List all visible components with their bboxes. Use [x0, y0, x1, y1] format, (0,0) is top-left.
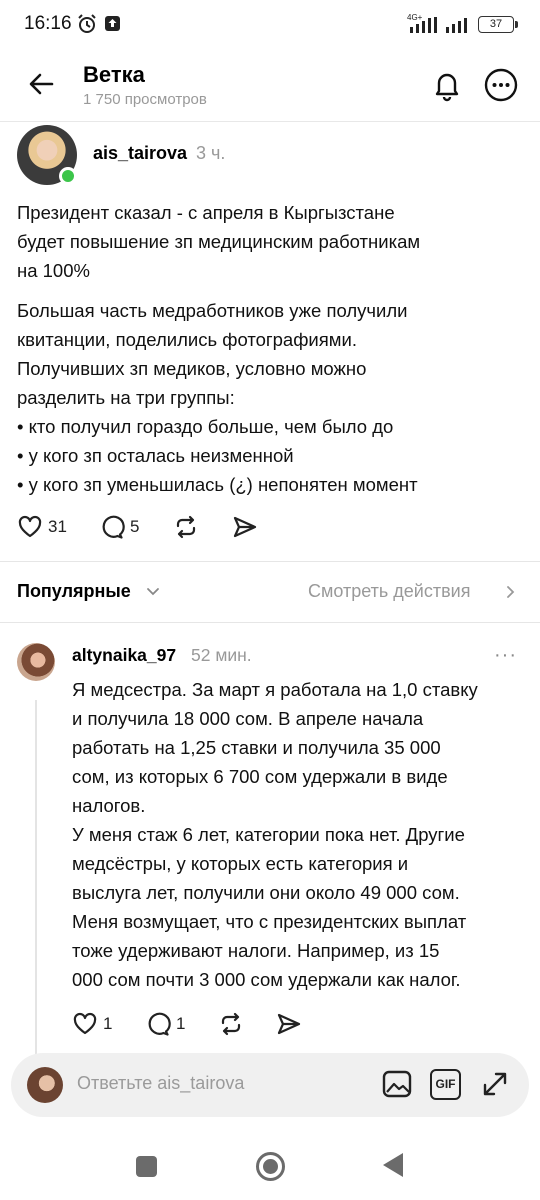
divider [0, 622, 540, 623]
reply-comment-button[interactable]: 1 [145, 1011, 185, 1037]
text-line: разделить на три группы: [17, 387, 235, 408]
repost-icon [176, 515, 196, 539]
home-button[interactable] [256, 1152, 285, 1181]
image-icon[interactable] [381, 1068, 413, 1100]
like-count: 31 [48, 517, 67, 536]
reply-author-avatar[interactable] [17, 643, 55, 681]
post-paragraph-1: Президент сказал - с апреля в Кыргызстан… [17, 198, 517, 285]
text-line: выслуга лет, получили они около 49 000 с… [72, 882, 460, 903]
share-button[interactable] [232, 514, 258, 540]
text-line: медсёстры, у которых есть категория и [72, 853, 409, 874]
comment-count: 5 [130, 517, 140, 536]
signal-icon [410, 17, 437, 33]
thread-line [35, 700, 37, 1055]
reply-like-button[interactable]: 1 [72, 1011, 112, 1037]
thread-header: Ветка 1 750 просмотров [0, 52, 540, 122]
text-line: Я медсестра. За март я работала на 1,0 с… [72, 679, 478, 700]
text-line: Большая часть медработников уже получили [17, 300, 408, 321]
online-status-dot [59, 167, 77, 185]
text-line: на 100% [17, 260, 90, 281]
battery-indicator: 37 [478, 16, 518, 33]
view-count: 1 750 просмотров [83, 91, 207, 108]
like-button[interactable]: 31 [17, 514, 67, 540]
comment-button[interactable]: 5 [99, 514, 139, 540]
reply-share-button[interactable] [276, 1011, 302, 1037]
reply-input[interactable]: Ответьте ais_tairova [77, 1073, 244, 1094]
comment-bubble-icon [148, 1012, 171, 1036]
recent-apps-button[interactable] [136, 1156, 157, 1177]
sort-dropdown[interactable]: Популярные [17, 581, 131, 602]
text-line: Получивших зп медиков, условно можно [17, 358, 367, 379]
post-paragraph-2: Большая часть медработников уже получили… [17, 296, 517, 499]
send-icon [233, 516, 257, 538]
reply-text: Я медсестра. За март я работала на 1,0 с… [72, 675, 524, 994]
signal-icon-2 [446, 18, 467, 33]
view-activity-link[interactable]: Смотреть действия [308, 581, 470, 602]
text-line: 000 сом почти 3 000 сом удержали как нал… [72, 969, 461, 990]
alarm-icon [78, 14, 96, 33]
expand-icon[interactable] [479, 1068, 511, 1100]
more-circle-icon[interactable] [484, 68, 518, 102]
status-bar: 16:16 4G+ 37 [0, 0, 540, 50]
text-line: • кто получил гораздо больше, чем было д… [17, 416, 394, 437]
reply-composer: Ответьте ais_tairova GIF [11, 1053, 529, 1117]
text-line: будет повышение зп медицинским работника… [17, 231, 421, 252]
status-time: 16:16 [24, 13, 72, 34]
post-timestamp: 3 ч. [196, 143, 226, 163]
text-line: Меня возмущает, что с президентских выпл… [72, 911, 467, 932]
system-nav-bar [0, 1133, 540, 1200]
heart-icon [73, 1012, 97, 1035]
reply-timestamp: 52 мин. [191, 645, 252, 665]
text-line: квитанции, поделились фотографиями. [17, 329, 357, 350]
page-title: Ветка [83, 62, 145, 87]
send-icon [277, 1013, 301, 1035]
text-line: налогов. [72, 795, 146, 816]
post-author-username[interactable]: ais_tairova [93, 143, 187, 164]
upload-notification-icon [105, 16, 120, 31]
text-line: сом, из которых 6 700 сом удержали в вид… [72, 766, 448, 787]
text-line: тоже удерживают налоги. Например, из 15 [72, 940, 440, 961]
reply-author-username[interactable]: altynaika_97 [72, 645, 176, 666]
comment-bubble-icon [102, 515, 125, 539]
reply-comment-count: 1 [176, 1014, 186, 1033]
text-line: • у кого зп осталась неизменной [17, 445, 294, 466]
system-back-button[interactable] [383, 1153, 403, 1177]
bell-icon[interactable] [430, 68, 464, 102]
gif-icon[interactable]: GIF [430, 1069, 461, 1100]
reply-like-count: 1 [103, 1014, 113, 1033]
repost-button[interactable] [173, 514, 199, 540]
heart-icon [18, 515, 42, 538]
chevron-down-icon[interactable] [145, 583, 161, 599]
text-line: Президент сказал - с апреля в Кыргызстан… [17, 202, 395, 223]
repost-icon [221, 1012, 241, 1036]
chevron-right-icon[interactable] [503, 584, 517, 600]
back-arrow-icon[interactable] [26, 68, 58, 100]
current-user-avatar [27, 1067, 63, 1103]
text-line: У меня стаж 6 лет, категории пока нет. Д… [72, 824, 465, 845]
reply-repost-button[interactable] [218, 1011, 244, 1037]
divider [0, 561, 540, 562]
reply-more-icon[interactable]: ··· [494, 644, 517, 667]
text-line: • у кого зп уменьшилась (¿) непонятен мо… [17, 474, 418, 495]
text-line: работать на 1,25 ставки и получила 35 00… [72, 737, 441, 758]
text-line: и получила 18 000 сом. В апреле начала [72, 708, 424, 729]
